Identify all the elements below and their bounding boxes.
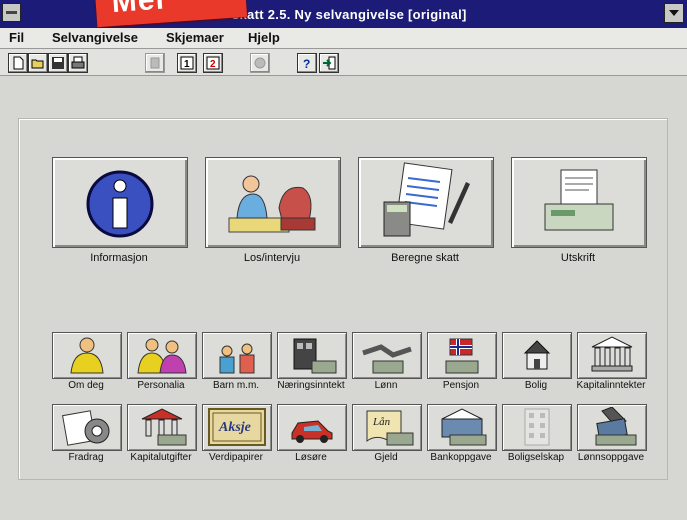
deduction-icon xyxy=(62,410,110,446)
securities-button[interactable]: Aksje xyxy=(202,404,272,451)
help-icon[interactable]: ? xyxy=(297,53,317,73)
deductions-button[interactable] xyxy=(52,404,122,451)
title-bar: skatt 2.5. Ny selvangivelse [original] M… xyxy=(0,0,687,28)
capital-expenses-button[interactable] xyxy=(127,404,197,451)
menu-hjelp[interactable]: Hjelp xyxy=(248,30,280,45)
capital-income-label: Kapitalinntekter xyxy=(576,380,646,391)
bank-expense-icon xyxy=(141,408,187,446)
car-icon xyxy=(291,420,333,443)
salary-statement-icon xyxy=(595,407,637,446)
housing-company-button[interactable] xyxy=(502,404,572,451)
person-icon xyxy=(70,337,104,374)
form-1-icon[interactable]: 1 xyxy=(177,53,197,73)
info-icon xyxy=(86,170,154,238)
salary-statement-button[interactable] xyxy=(577,404,647,451)
movables-label: Løsøre xyxy=(295,452,327,463)
system-menu-icon[interactable] xyxy=(2,3,21,22)
pension-button[interactable] xyxy=(427,332,497,379)
salary-label: Lønn xyxy=(374,380,398,391)
print-icon[interactable] xyxy=(68,53,88,73)
window-menu-arrow-icon[interactable] xyxy=(664,3,684,23)
salary-statement-label: Lønnsoppgave xyxy=(577,452,645,463)
print-out-button[interactable] xyxy=(511,157,647,248)
capital-expenses-label: Kapitalutgifter xyxy=(130,452,192,463)
new-file-icon[interactable] xyxy=(8,53,28,73)
svg-text:1: 1 xyxy=(184,59,190,70)
toolbar: 1 2 ? xyxy=(0,49,687,76)
securities-label: Verdipapirer xyxy=(209,452,263,463)
bank-icon xyxy=(591,336,633,372)
debt-icon: Lån xyxy=(366,410,414,446)
window-title: skatt 2.5. Ny selvangivelse [original] xyxy=(232,7,467,22)
svg-text:Lån: Lån xyxy=(372,416,391,428)
housing-company-label: Boligselskap xyxy=(507,452,565,463)
capital-income-button[interactable] xyxy=(577,332,647,379)
about-you-button[interactable] xyxy=(52,332,122,379)
banner-text: Mer xyxy=(110,0,170,20)
svg-text:?: ? xyxy=(303,57,310,70)
information-button[interactable] xyxy=(52,157,188,248)
svg-text:2: 2 xyxy=(210,59,216,70)
children-label: Barn m.m. xyxy=(212,380,260,391)
housing-button[interactable] xyxy=(502,332,572,379)
business-income-icon xyxy=(293,338,337,374)
bank-statement-button[interactable] xyxy=(427,404,497,451)
disabled-tool-icon[interactable] xyxy=(145,53,165,73)
building-icon xyxy=(524,408,550,446)
print-out-label: Utskrift xyxy=(560,252,596,264)
debt-button[interactable]: Lån xyxy=(352,404,422,451)
debt-label: Gjeld xyxy=(374,452,398,463)
form-2-icon[interactable]: 2 xyxy=(203,53,223,73)
deductions-label: Fradrag xyxy=(68,452,104,463)
save-icon[interactable] xyxy=(48,53,68,73)
children-icon xyxy=(219,343,255,374)
menu-selvangivelse[interactable]: Selvangivelse xyxy=(52,30,138,45)
personalia-button[interactable] xyxy=(127,332,197,379)
disabled-gear-icon[interactable] xyxy=(250,53,270,73)
pension-label: Pensjon xyxy=(442,380,480,391)
menu-skjemaer[interactable]: Skjemaer xyxy=(166,30,224,45)
promo-banner: Mer xyxy=(94,0,248,28)
housing-label: Bolig xyxy=(524,380,548,391)
handshake-icon xyxy=(362,344,412,374)
calculator-icon xyxy=(383,162,470,237)
interview-label: Los/intervju xyxy=(243,252,301,264)
bank-statement-label: Bankoppgave xyxy=(430,452,492,463)
svg-text:Aksje: Aksje xyxy=(218,420,251,435)
movables-button[interactable] xyxy=(277,404,347,451)
interview-icon xyxy=(228,175,316,233)
business-income-label: Næringsinntekt xyxy=(277,380,345,391)
about-you-label: Om deg xyxy=(68,380,104,391)
menu-bar: Fil Selvangivelse Skjemaer Hjelp xyxy=(0,28,687,49)
couple-icon xyxy=(137,338,187,374)
exit-icon[interactable] xyxy=(319,53,339,73)
children-button[interactable] xyxy=(202,332,272,379)
information-label: Informasjon xyxy=(90,252,148,264)
printer-icon xyxy=(544,169,614,231)
calculate-tax-label: Beregne skatt xyxy=(391,252,459,264)
interview-button[interactable] xyxy=(205,157,341,248)
open-folder-icon[interactable] xyxy=(28,53,48,73)
personalia-label: Personalia xyxy=(137,380,185,391)
flag-icon xyxy=(445,338,479,374)
bank-statement-icon xyxy=(441,408,487,446)
business-income-button[interactable] xyxy=(277,332,347,379)
house-icon xyxy=(523,340,551,370)
menu-fil[interactable]: Fil xyxy=(9,30,24,45)
salary-button[interactable] xyxy=(352,332,422,379)
shares-icon: Aksje xyxy=(208,408,266,446)
calculate-tax-button[interactable] xyxy=(358,157,494,248)
